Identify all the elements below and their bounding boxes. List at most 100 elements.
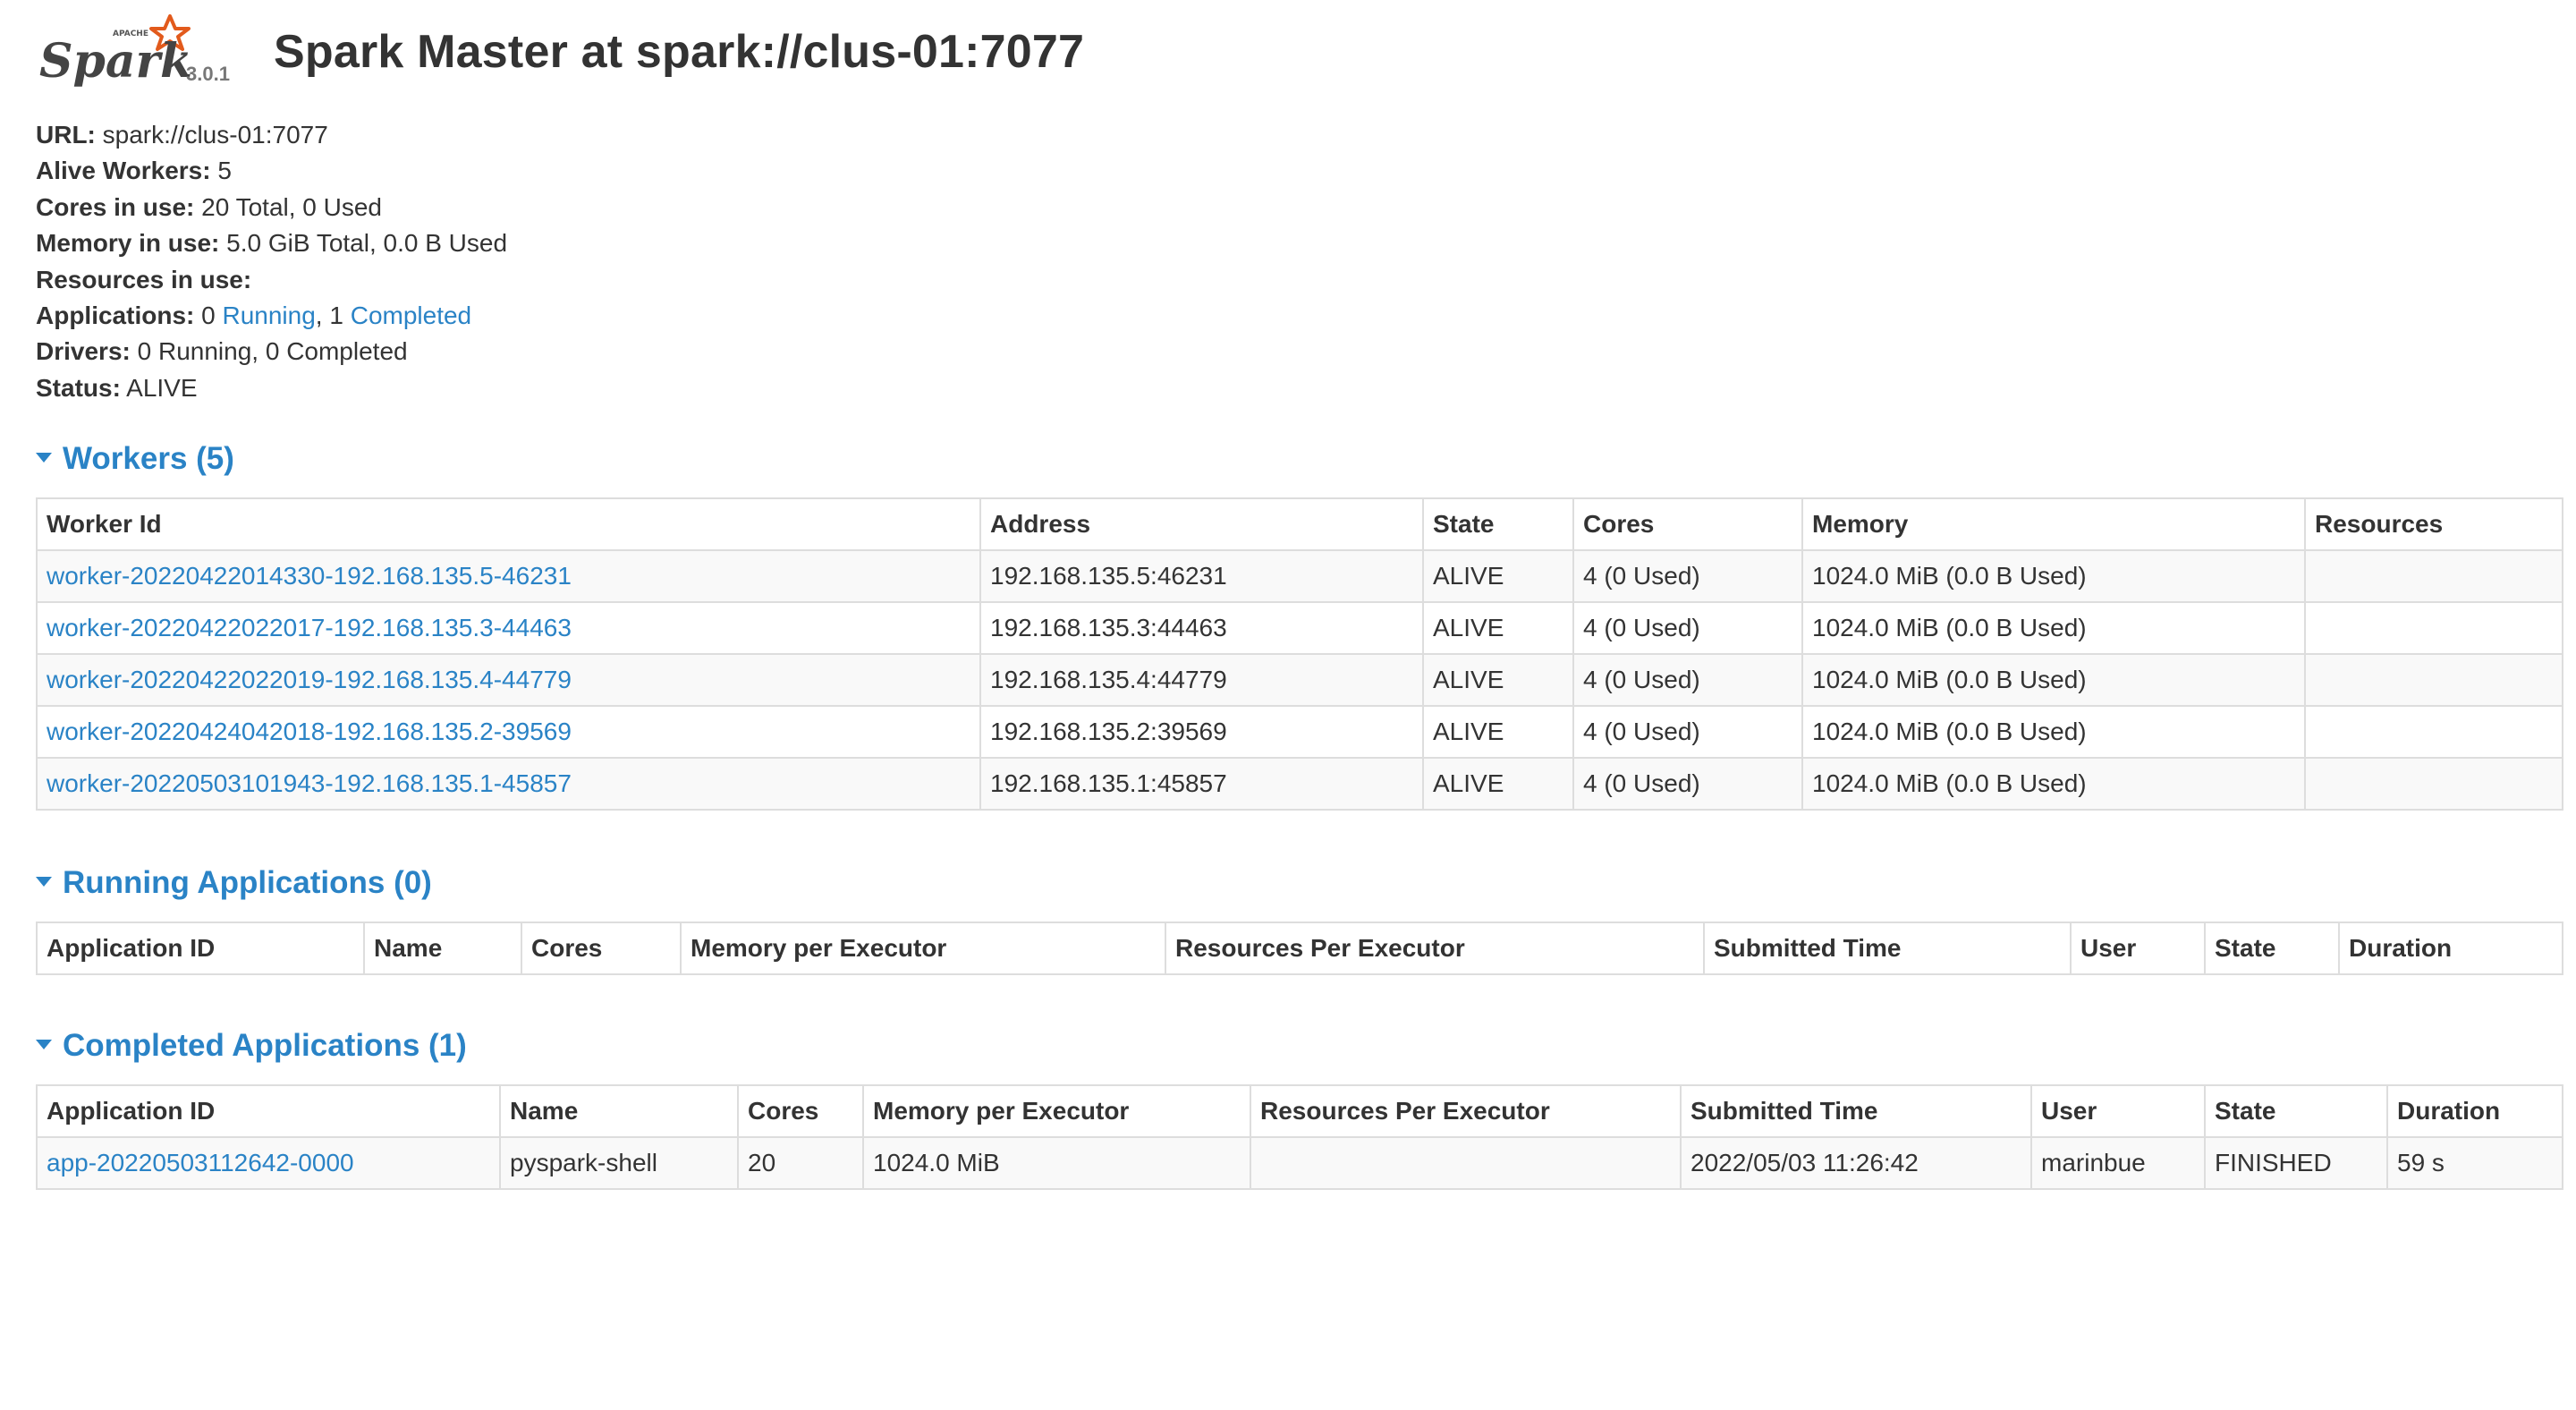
column-header-resources-per-executor[interactable]: Resources Per Executor [1165, 922, 1705, 975]
running-apps-section-toggle[interactable]: Running Applications (0) [36, 865, 432, 901]
worker-address-cell: 192.168.135.4:44779 [979, 653, 1424, 707]
caret-down-icon [36, 1040, 52, 1050]
worker-cores-cell: 4 (0 Used) [1572, 705, 1803, 759]
caret-down-icon [36, 877, 52, 888]
spark-master-page: APACHE Spark 3.0.1 Spark Master at spark… [0, 0, 2576, 1410]
worker-resources-cell [2304, 705, 2563, 759]
app-submitted-time-cell: 2022/05/03 11:26:42 [1680, 1136, 2032, 1190]
worker-id-cell: worker-20220424042018-192.168.135.2-3956… [36, 705, 981, 759]
page-title: Spark Master at spark://clus-01:7077 [274, 26, 1085, 78]
worker-cores-cell: 4 (0 Used) [1572, 757, 1803, 811]
column-header-resources-per-executor[interactable]: Resources Per Executor [1250, 1084, 1682, 1138]
worker-id-cell: worker-20220422014330-192.168.135.5-4623… [36, 549, 981, 603]
app-memory-cell: 1024.0 MiB [862, 1136, 1251, 1190]
spark-logo-icon: APACHE Spark [39, 14, 192, 89]
worker-memory-cell: 1024.0 MiB (0.0 B Used) [1801, 601, 2306, 655]
table-row: worker-20220503101943-192.168.135.1-4585… [36, 757, 2563, 811]
applications-running-link[interactable]: Running [222, 302, 315, 329]
column-header-name[interactable]: Name [363, 922, 522, 975]
worker-id-link[interactable]: worker-20220422022019-192.168.135.4-4477… [47, 666, 572, 693]
column-header-resources[interactable]: Resources [2304, 497, 2563, 551]
column-header-submitted-time[interactable]: Submitted Time [1703, 922, 2072, 975]
worker-memory-cell: 1024.0 MiB (0.0 B Used) [1801, 757, 2306, 811]
worker-memory-cell: 1024.0 MiB (0.0 B Used) [1801, 549, 2306, 603]
column-header-duration[interactable]: Duration [2386, 1084, 2563, 1138]
column-header-address[interactable]: Address [979, 497, 1424, 551]
summary-cores: Cores in use: 20 Total, 0 Used [36, 190, 507, 225]
column-header-state[interactable]: State [1422, 497, 1574, 551]
column-header-name[interactable]: Name [499, 1084, 739, 1138]
table-row: worker-20220422022019-192.168.135.4-4477… [36, 653, 2563, 707]
column-header-memory[interactable]: Memory [1801, 497, 2306, 551]
column-header-worker-id[interactable]: Worker Id [36, 497, 981, 551]
column-header-submitted-time[interactable]: Submitted Time [1680, 1084, 2032, 1138]
cluster-summary: URL: spark://clus-01:7077 Alive Workers:… [36, 117, 507, 406]
worker-address-cell: 192.168.135.5:46231 [979, 549, 1424, 603]
summary-resources: Resources in use: [36, 262, 507, 298]
summary-drivers: Drivers: 0 Running, 0 Completed [36, 334, 507, 369]
column-header-state[interactable]: State [2204, 922, 2340, 975]
workers-header-row: Worker Id Address State Cores Memory Res… [36, 497, 2563, 551]
worker-resources-cell [2304, 601, 2563, 655]
worker-resources-cell [2304, 549, 2563, 603]
workers-section-title: Workers (5) [63, 441, 234, 476]
worker-state-cell: ALIVE [1422, 653, 1574, 707]
column-header-application-id[interactable]: Application ID [36, 922, 365, 975]
worker-id-cell: worker-20220503101943-192.168.135.1-4585… [36, 757, 981, 811]
worker-id-link[interactable]: worker-20220503101943-192.168.135.1-4585… [47, 769, 572, 797]
column-header-memory-per-executor[interactable]: Memory per Executor [862, 1084, 1251, 1138]
worker-address-cell: 192.168.135.3:44463 [979, 601, 1424, 655]
worker-id-cell: worker-20220422022017-192.168.135.3-4446… [36, 601, 981, 655]
drivers-value: 0 Running, 0 Completed [130, 337, 408, 366]
worker-state-cell: ALIVE [1422, 757, 1574, 811]
applications-completed-link[interactable]: Completed [351, 302, 471, 329]
completed-apps-section-title: Completed Applications (1) [63, 1028, 467, 1063]
status-value: ALIVE [120, 373, 198, 402]
drivers-label: Drivers: [36, 337, 131, 366]
worker-cores-cell: 4 (0 Used) [1572, 601, 1803, 655]
applications-completed-count: , 1 [315, 301, 351, 329]
summary-alive-workers: Alive Workers: 5 [36, 153, 507, 189]
app-duration-cell: 59 s [2386, 1136, 2563, 1190]
worker-id-link[interactable]: worker-20220424042018-192.168.135.2-3956… [47, 718, 572, 745]
app-user-cell: marinbue [2030, 1136, 2206, 1190]
table-row: worker-20220424042018-192.168.135.2-3956… [36, 705, 2563, 759]
url-label: URL: [36, 121, 96, 149]
worker-state-cell: ALIVE [1422, 705, 1574, 759]
worker-memory-cell: 1024.0 MiB (0.0 B Used) [1801, 705, 2306, 759]
column-header-user[interactable]: User [2030, 1084, 2206, 1138]
app-id-link[interactable]: app-20220503112642-0000 [47, 1149, 354, 1176]
cores-value: 20 Total, 0 Used [194, 192, 383, 221]
summary-applications: Applications: 0 Running, 1 Completed [36, 298, 507, 334]
column-header-duration[interactable]: Duration [2338, 922, 2563, 975]
column-header-state[interactable]: State [2204, 1084, 2388, 1138]
running-apps-table: Application ID Name Cores Memory per Exe… [36, 922, 2563, 975]
worker-memory-cell: 1024.0 MiB (0.0 B Used) [1801, 653, 2306, 707]
column-header-memory-per-executor[interactable]: Memory per Executor [680, 922, 1166, 975]
worker-resources-cell [2304, 653, 2563, 707]
workers-section-toggle[interactable]: Workers (5) [36, 441, 234, 477]
running-apps-header-row: Application ID Name Cores Memory per Exe… [36, 922, 2563, 975]
column-header-user[interactable]: User [2070, 922, 2206, 975]
worker-state-cell: ALIVE [1422, 601, 1574, 655]
spark-logo[interactable]: APACHE Spark [36, 13, 268, 102]
alive-workers-label: Alive Workers: [36, 157, 211, 185]
status-label: Status: [36, 373, 121, 402]
table-row: worker-20220422014330-192.168.135.5-4623… [36, 549, 2563, 603]
column-header-cores[interactable]: Cores [521, 922, 682, 975]
app-name-cell: pyspark-shell [499, 1136, 739, 1190]
column-header-cores[interactable]: Cores [1572, 497, 1803, 551]
applications-running-count: 0 [194, 301, 223, 329]
workers-table: Worker Id Address State Cores Memory Res… [36, 497, 2563, 811]
column-header-application-id[interactable]: Application ID [36, 1084, 501, 1138]
worker-state-cell: ALIVE [1422, 549, 1574, 603]
column-header-cores[interactable]: Cores [737, 1084, 864, 1138]
caret-down-icon [36, 453, 52, 463]
worker-cores-cell: 4 (0 Used) [1572, 653, 1803, 707]
logo-spark-text: Spark [39, 34, 192, 89]
completed-apps-header-row: Application ID Name Cores Memory per Exe… [36, 1084, 2563, 1138]
worker-id-link[interactable]: worker-20220422022017-192.168.135.3-4446… [47, 614, 572, 641]
app-cores-cell: 20 [737, 1136, 864, 1190]
worker-id-link[interactable]: worker-20220422014330-192.168.135.5-4623… [47, 562, 572, 590]
completed-apps-section-toggle[interactable]: Completed Applications (1) [36, 1028, 467, 1064]
